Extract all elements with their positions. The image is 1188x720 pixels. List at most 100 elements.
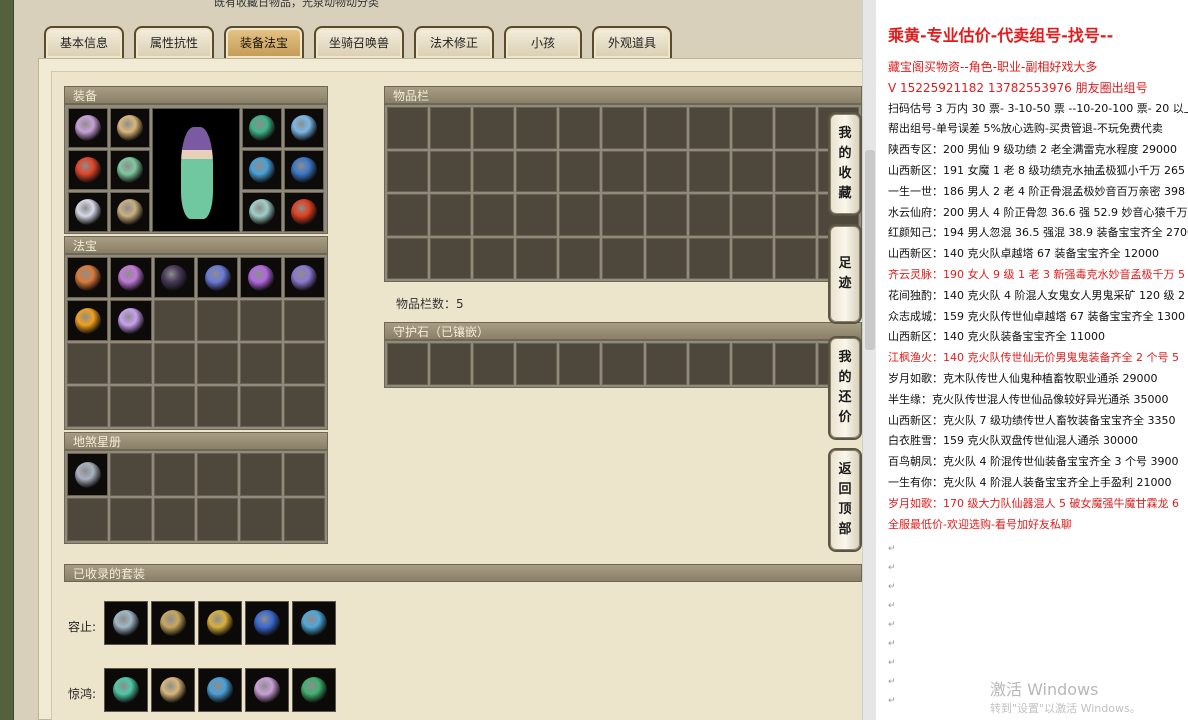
fabao-slot[interactable]: [153, 300, 195, 341]
suit-item[interactable]: [104, 601, 148, 645]
fabao-slot[interactable]: [153, 386, 195, 427]
inventory-slot[interactable]: [731, 150, 773, 192]
fabao-slot[interactable]: [240, 343, 282, 384]
guardian-slot[interactable]: [602, 343, 644, 385]
suit-item[interactable]: [198, 601, 242, 645]
fabao-slot[interactable]: [283, 343, 325, 384]
inventory-slot[interactable]: [473, 150, 515, 192]
fabao-slot[interactable]: [67, 257, 109, 298]
inventory-slot[interactable]: [774, 150, 816, 192]
inventory-slot[interactable]: [645, 150, 687, 192]
guardian-slot[interactable]: [473, 343, 515, 385]
fabao-slot[interactable]: [240, 257, 282, 298]
dishaxing-slot[interactable]: [283, 453, 325, 496]
guardian-slot[interactable]: [430, 343, 472, 385]
inventory-slot[interactable]: [387, 107, 429, 149]
guardian-slot[interactable]: [731, 343, 773, 385]
inventory-slot[interactable]: [387, 194, 429, 236]
equipment-slot[interactable]: [110, 108, 150, 148]
equipment-slot[interactable]: [284, 192, 324, 232]
guardian-slot[interactable]: [387, 343, 429, 385]
guardian-slot[interactable]: [774, 343, 816, 385]
inventory-slot[interactable]: [602, 150, 644, 192]
fabao-slot[interactable]: [283, 257, 325, 298]
inventory-slot[interactable]: [473, 194, 515, 236]
inventory-slot[interactable]: [645, 107, 687, 149]
inventory-slot[interactable]: [602, 237, 644, 279]
tab-child[interactable]: 小孩: [504, 26, 582, 58]
dishaxing-slot[interactable]: [240, 453, 282, 496]
text-document[interactable]: 乘黄-专业估价-代卖组号-找号-- 藏宝阁买物资--角色-职业-副相好戏大多 V …: [876, 0, 1188, 720]
dishaxing-slot[interactable]: [196, 498, 239, 541]
fabao-slot[interactable]: [153, 257, 195, 298]
fabao-slot[interactable]: [67, 300, 109, 341]
guardian-slot[interactable]: [645, 343, 687, 385]
inventory-slot[interactable]: [516, 237, 558, 279]
inventory-slot[interactable]: [387, 150, 429, 192]
inventory-slot[interactable]: [688, 107, 730, 149]
inventory-slot[interactable]: [430, 237, 472, 279]
inventory-slot[interactable]: [774, 194, 816, 236]
inventory-slot[interactable]: [516, 107, 558, 149]
equipment-slot[interactable]: [242, 150, 282, 190]
inventory-slot[interactable]: [473, 107, 515, 149]
suit-item[interactable]: [292, 668, 336, 712]
guardian-slot[interactable]: [688, 343, 730, 385]
equipment-slot[interactable]: [284, 108, 324, 148]
equipment-slot[interactable]: [284, 150, 324, 190]
dishaxing-slot[interactable]: [153, 498, 195, 541]
dishaxing-slot[interactable]: [67, 453, 109, 496]
fabao-slot[interactable]: [110, 343, 152, 384]
guardian-slot[interactable]: [559, 343, 601, 385]
fabao-slot[interactable]: [283, 386, 325, 427]
tab-basic-info[interactable]: 基本信息: [44, 26, 124, 58]
inventory-slot[interactable]: [688, 194, 730, 236]
fabao-slot[interactable]: [67, 343, 109, 384]
scrollbar-thumb[interactable]: [865, 150, 875, 350]
inventory-slot[interactable]: [731, 237, 773, 279]
fabao-slot[interactable]: [196, 386, 239, 427]
fabao-slot[interactable]: [196, 343, 239, 384]
dishaxing-slot[interactable]: [110, 453, 152, 496]
inventory-slot[interactable]: [387, 237, 429, 279]
fabao-slot[interactable]: [110, 386, 152, 427]
tab-appearance[interactable]: 外观道具: [592, 26, 672, 58]
suit-item[interactable]: [151, 601, 195, 645]
inventory-slot[interactable]: [602, 107, 644, 149]
inventory-slot[interactable]: [559, 107, 601, 149]
inventory-slot[interactable]: [731, 107, 773, 149]
fabao-slot[interactable]: [110, 300, 152, 341]
equipment-slot[interactable]: [242, 108, 282, 148]
suit-item[interactable]: [104, 668, 148, 712]
tab-mounts[interactable]: 坐骑召唤兽: [314, 26, 404, 58]
dishaxing-slot[interactable]: [283, 498, 325, 541]
suit-item[interactable]: [245, 668, 289, 712]
inventory-slot[interactable]: [559, 237, 601, 279]
equipment-slot[interactable]: [110, 192, 150, 232]
fabao-slot[interactable]: [240, 300, 282, 341]
equipment-slot[interactable]: [242, 192, 282, 232]
fabao-slot[interactable]: [196, 257, 239, 298]
page-scrollbar[interactable]: [862, 0, 876, 720]
equipment-slot[interactable]: [68, 108, 108, 148]
equipment-slot[interactable]: [68, 150, 108, 190]
equipment-slot[interactable]: [110, 150, 150, 190]
inventory-slot[interactable]: [430, 194, 472, 236]
suit-item[interactable]: [245, 601, 289, 645]
inventory-slot[interactable]: [645, 194, 687, 236]
fabao-slot[interactable]: [110, 257, 152, 298]
inventory-slot[interactable]: [473, 237, 515, 279]
tab-equipment[interactable]: 装备法宝: [224, 26, 304, 58]
dishaxing-slot[interactable]: [153, 453, 195, 496]
inventory-slot[interactable]: [430, 150, 472, 192]
inventory-slot[interactable]: [516, 194, 558, 236]
dishaxing-slot[interactable]: [110, 498, 152, 541]
fabao-slot[interactable]: [153, 343, 195, 384]
dishaxing-slot[interactable]: [196, 453, 239, 496]
inventory-slot[interactable]: [645, 237, 687, 279]
equipment-slot[interactable]: [68, 192, 108, 232]
inventory-slot[interactable]: [731, 194, 773, 236]
inventory-slot[interactable]: [559, 150, 601, 192]
fabao-slot[interactable]: [196, 300, 239, 341]
inventory-slot[interactable]: [774, 107, 816, 149]
